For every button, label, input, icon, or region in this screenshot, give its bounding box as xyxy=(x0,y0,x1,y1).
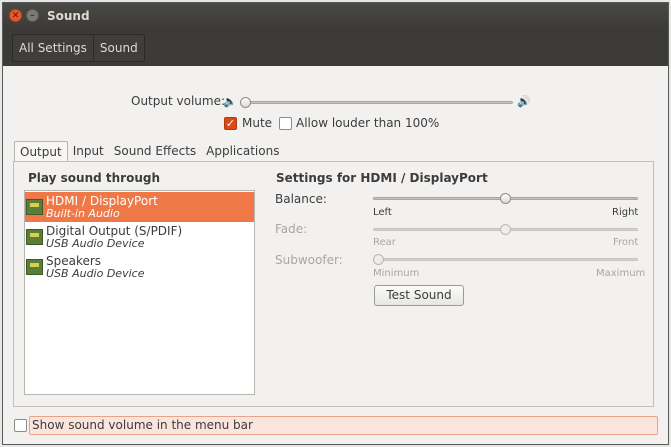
balance-label: Balance: xyxy=(275,192,327,206)
balance-left-label: Left xyxy=(373,207,392,218)
allow-louder-checkbox[interactable] xyxy=(279,117,292,130)
sound-crumb-button[interactable]: Sound xyxy=(94,35,144,61)
output-volume-knob[interactable] xyxy=(240,97,251,108)
device-type: USB Audio Device xyxy=(46,237,145,250)
all-settings-button[interactable]: All Settings xyxy=(13,35,94,61)
output-volume-label: Output volume: xyxy=(131,94,225,108)
allow-louder-label: Allow louder than 100% xyxy=(296,116,440,130)
menu-bar-option-label: Show sound volume in the menu bar xyxy=(32,418,253,432)
tab-applications[interactable]: Applications xyxy=(201,141,284,162)
device-type: Built-in Audio xyxy=(46,207,120,220)
subwoofer-max-label: Maximum xyxy=(596,268,646,279)
sound-card-icon xyxy=(26,229,43,245)
minimize-icon[interactable]: – xyxy=(26,9,39,22)
list-item[interactable]: HDMI / DisplayPort Built-in Audio xyxy=(25,192,254,222)
test-sound-button[interactable]: Test Sound xyxy=(374,285,464,306)
menu-bar-option[interactable]: Show sound volume in the menu bar xyxy=(29,416,658,435)
device-name: HDMI / DisplayPort xyxy=(46,194,158,208)
balance-right-label: Right xyxy=(612,207,639,218)
play-through-heading: Play sound through xyxy=(28,171,160,185)
close-icon[interactable]: ✕ xyxy=(9,9,22,22)
tab-sound-effects[interactable]: Sound Effects xyxy=(109,141,201,162)
fade-label: Fade: xyxy=(275,222,308,236)
subwoofer-label: Subwoofer: xyxy=(275,253,343,267)
breadcrumb: All Settings Sound xyxy=(12,34,145,62)
device-name: Digital Output (S/PDIF) xyxy=(46,224,183,238)
window-title: Sound xyxy=(47,9,90,23)
sound-card-icon xyxy=(26,199,43,215)
speaker-low-icon: 🔈 xyxy=(223,95,237,108)
tab-output[interactable]: Output xyxy=(14,141,68,162)
fade-knob[interactable] xyxy=(500,224,511,235)
device-list: HDMI / DisplayPort Built-in Audio Digita… xyxy=(24,190,255,395)
subwoofer-knob[interactable] xyxy=(373,254,384,265)
balance-knob[interactable] xyxy=(500,193,511,204)
subwoofer-slider[interactable] xyxy=(373,258,638,261)
mute-checkbox[interactable]: ✓ xyxy=(224,117,237,130)
menu-bar-checkbox[interactable] xyxy=(14,419,27,432)
tab-input[interactable]: Input xyxy=(68,141,109,162)
output-volume-slider[interactable] xyxy=(241,101,513,104)
device-name: Speakers xyxy=(46,254,102,268)
list-item[interactable]: Speakers USB Audio Device xyxy=(25,252,254,282)
sound-card-icon xyxy=(26,259,43,275)
list-item[interactable]: Digital Output (S/PDIF) USB Audio Device xyxy=(25,222,254,252)
fade-front-label: Front xyxy=(613,237,639,248)
speaker-high-icon: 🔊 xyxy=(517,95,531,108)
toolbar: All Settings Sound xyxy=(3,30,668,66)
subwoofer-min-label: Minimum xyxy=(373,268,420,279)
fade-rear-label: Rear xyxy=(373,237,396,248)
mute-label: Mute xyxy=(242,116,273,130)
title-bar: ✕ – Sound xyxy=(3,3,668,30)
settings-heading: Settings for HDMI / DisplayPort xyxy=(276,171,488,185)
tab-bar: Output Input Sound Effects Applications xyxy=(14,141,284,162)
device-type: USB Audio Device xyxy=(46,267,145,280)
